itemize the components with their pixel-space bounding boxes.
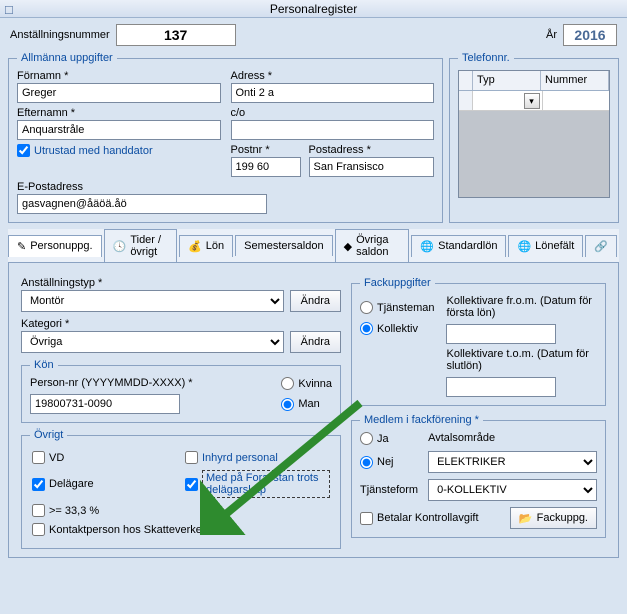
kollektiv-radio[interactable]: Kollektiv: [360, 322, 434, 335]
telefon-grid[interactable]: Typ Nummer ▾: [458, 70, 610, 198]
emp-no-label: Anställningsnummer: [10, 29, 110, 41]
adress-label: Adress *: [231, 70, 435, 82]
k-tom-label: Kollektivare t.o.m. (Datum för slutlön): [446, 348, 597, 372]
telefon-col-nummer: Nummer: [541, 71, 609, 90]
fackuppg-button[interactable]: 📂 Fackuppg.: [510, 507, 597, 529]
tab-personuppg[interactable]: ✎Personuppg.: [8, 235, 102, 257]
avtal-label: Avtalsområde: [428, 432, 495, 444]
folder-icon: 📂: [519, 512, 533, 525]
globe-icon: 🌐: [420, 240, 434, 253]
betalar-check[interactable]: Betalar Kontrollavgift: [360, 512, 495, 525]
foralistan-label: Med på Foralistan trots delägarskap: [202, 470, 330, 498]
diamond-icon: ◆: [344, 240, 352, 253]
globe-icon: 🌐: [517, 240, 531, 253]
tab-semester[interactable]: Semestersaldon: [235, 235, 333, 256]
clock-icon: 🕓: [113, 240, 127, 253]
k-from-input[interactable]: [446, 324, 556, 344]
tab-standardlon[interactable]: 🌐Standardlön: [411, 235, 506, 257]
kvinna-radio[interactable]: Kvinna: [281, 377, 332, 390]
fack-legend: Fackuppgifter: [360, 277, 435, 289]
kontaktperson-check[interactable]: Kontaktperson hos Skatteverket: [32, 523, 330, 536]
foralistan-check[interactable]: Med på Foralistan trots delägarskap: [185, 470, 330, 498]
anst-typ-label: Anställningstyp *: [21, 277, 341, 289]
k-tom-input[interactable]: [446, 377, 556, 397]
nej-radio[interactable]: Nej: [360, 456, 418, 469]
ja-radio[interactable]: Ja: [360, 432, 418, 445]
epost-input[interactable]: [17, 194, 267, 214]
tab-lonefalt[interactable]: 🌐Lönefält: [508, 235, 583, 257]
tab-link[interactable]: 🔗: [585, 235, 617, 257]
link-icon: 🔗: [594, 240, 608, 253]
kategori-label: Kategori *: [21, 318, 341, 330]
emp-no-input[interactable]: [116, 24, 236, 46]
kon-fieldset: Kön Person-nr (YYYYMMDD-XXXX) * Kvinna M…: [21, 359, 341, 423]
k-from-label: Kollektivare fr.o.m. (Datum för första l…: [446, 295, 597, 319]
tjansteman-radio[interactable]: Tjänsteman: [360, 301, 434, 314]
postadress-label: Postadress *: [309, 144, 435, 156]
tab-bar: ✎Personuppg. 🕓Tider / övrigt 💰Lön Semest…: [8, 229, 619, 263]
anst-typ-select[interactable]: Montör: [21, 290, 284, 312]
epost-label: E-Postadress: [17, 181, 434, 193]
tab-ovriga[interactable]: ◆Övriga saldon: [335, 229, 410, 262]
general-legend: Allmänna uppgifter: [17, 52, 117, 64]
man-radio[interactable]: Man: [281, 398, 332, 411]
efternamn-input[interactable]: [17, 120, 221, 140]
ge33-check[interactable]: >= 33,3 %: [32, 504, 177, 517]
medlem-legend: Medlem i fackförening *: [360, 414, 483, 426]
co-input[interactable]: [231, 120, 435, 140]
adress-input[interactable]: [231, 83, 435, 103]
telefon-legend: Telefonnr.: [458, 52, 514, 64]
year-label: År: [546, 29, 557, 41]
general-fieldset: Allmänna uppgifter Förnamn * Adress * Ef…: [8, 52, 443, 223]
efternamn-label: Efternamn *: [17, 107, 221, 119]
medlem-fieldset: Medlem i fackförening * Ja Avtalsområde …: [351, 414, 606, 538]
kon-legend: Kön: [30, 359, 58, 371]
kategori-andra-button[interactable]: Ändra: [290, 331, 341, 353]
handdator-label: Utrustad med handdator: [34, 145, 153, 157]
year-input[interactable]: [563, 24, 617, 46]
fornamn-label: Förnamn *: [17, 70, 221, 82]
vd-check[interactable]: VD: [32, 451, 177, 464]
telefon-fieldset: Telefonnr. Typ Nummer ▾: [449, 52, 619, 223]
pencil-icon: ✎: [17, 240, 26, 253]
avtal-select[interactable]: ELEKTRIKER: [428, 451, 597, 473]
delagare-check[interactable]: Delägare: [32, 470, 177, 498]
tab-lon[interactable]: 💰Lön: [179, 235, 233, 257]
ovrigt-legend: Övrigt: [30, 429, 67, 441]
window-title: Personalregister: [270, 2, 357, 16]
ovrigt-fieldset: Övrigt VD Inhyrd personal Delägare Med p…: [21, 429, 341, 549]
fack-fieldset: Fackuppgifter Tjänsteman Kollektiv Kolle…: [351, 277, 606, 406]
telefon-col-typ: Typ: [473, 71, 541, 90]
handdator-checkbox[interactable]: [17, 144, 30, 157]
kategori-select[interactable]: Övriga: [21, 331, 284, 353]
money-icon: 💰: [188, 240, 202, 253]
handdator-check[interactable]: Utrustad med handdator: [17, 144, 153, 157]
tab-tider[interactable]: 🕓Tider / övrigt: [104, 229, 177, 262]
co-label: c/o: [231, 107, 435, 119]
tjform-select[interactable]: 0-KOLLEKTIV: [428, 479, 597, 501]
personnr-label: Person-nr (YYYYMMDD-XXXX) *: [30, 377, 267, 389]
top-row: Anställningsnummer År: [0, 18, 627, 52]
title-bar: ☐ Personalregister: [0, 0, 627, 18]
personnr-input[interactable]: [30, 394, 180, 414]
typ-dropdown-icon[interactable]: ▾: [524, 93, 540, 109]
fornamn-input[interactable]: [17, 83, 221, 103]
anst-typ-andra-button[interactable]: Ändra: [290, 290, 341, 312]
app-icon: ☐: [4, 2, 14, 20]
postnr-input[interactable]: [231, 157, 301, 177]
postnr-label: Postnr *: [231, 144, 301, 156]
telefon-row[interactable]: ▾: [459, 91, 609, 111]
postadress-input[interactable]: [309, 157, 435, 177]
inhyrd-check[interactable]: Inhyrd personal: [185, 451, 330, 464]
tjform-label: Tjänsteform: [360, 484, 418, 496]
